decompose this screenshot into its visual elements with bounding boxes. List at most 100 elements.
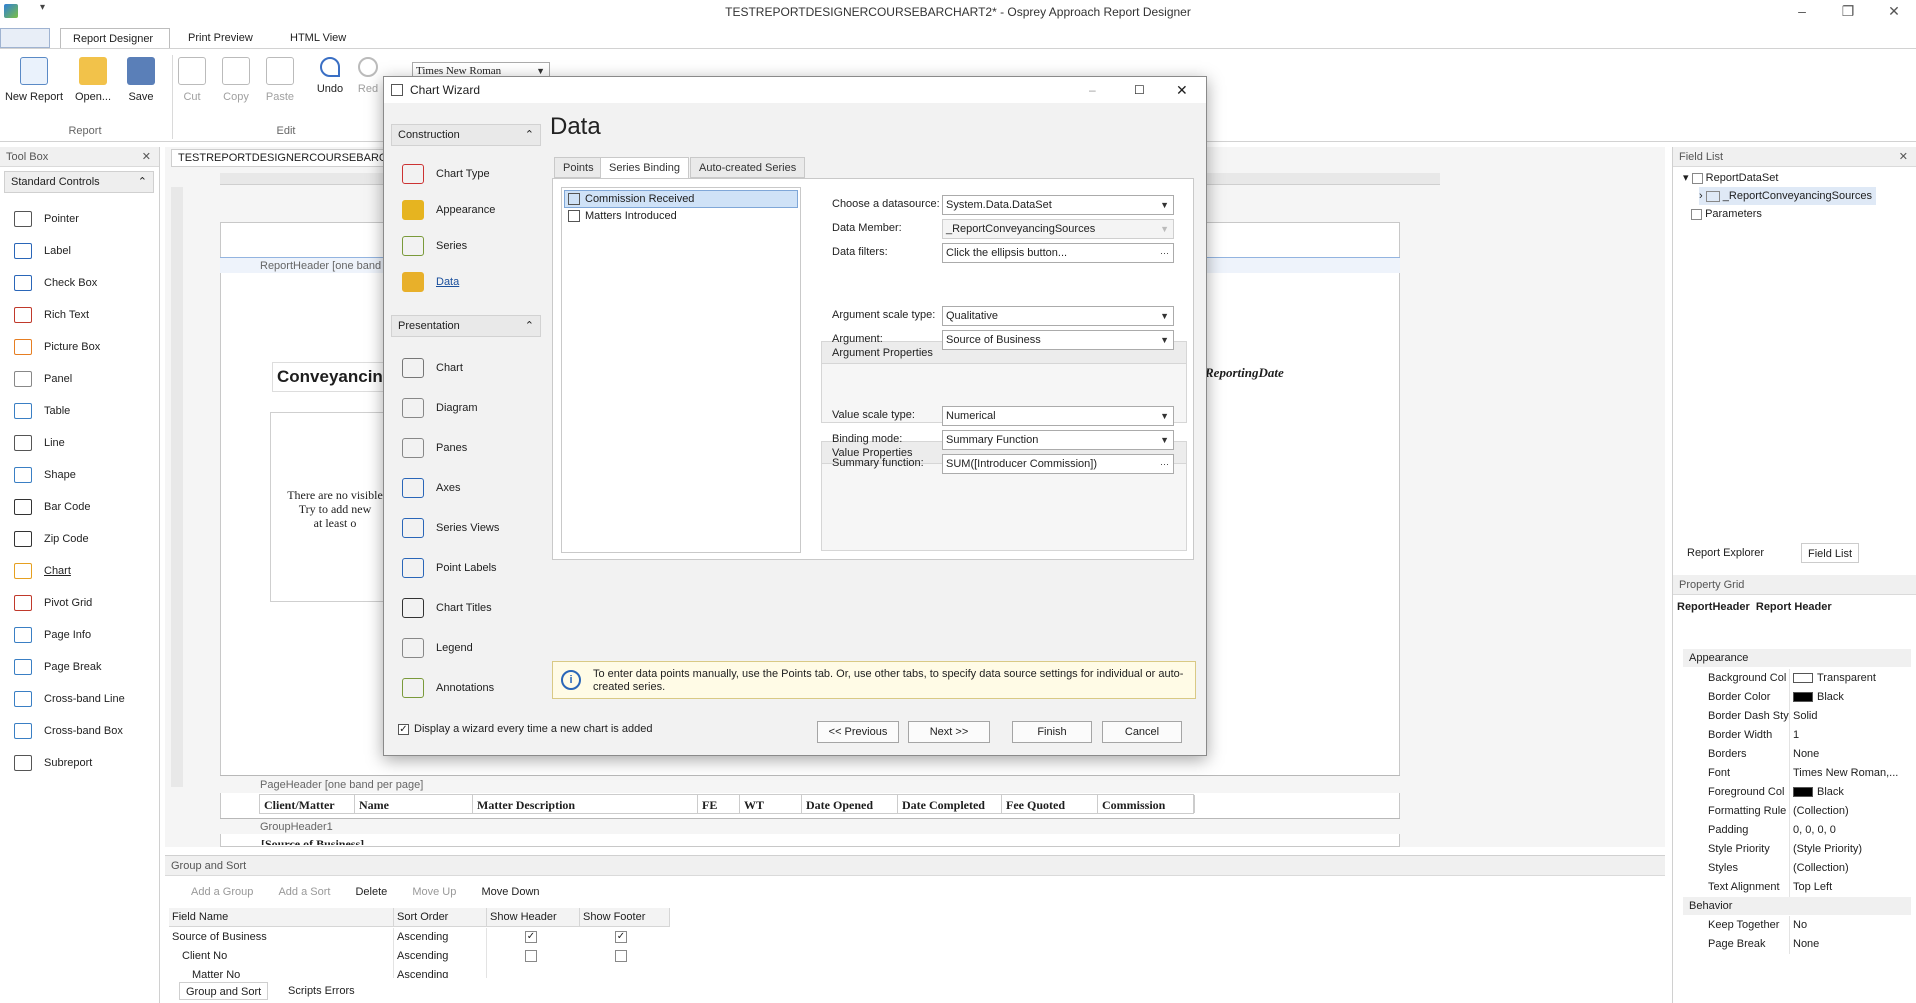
nav-item-series[interactable]: Series [402,231,542,261]
next-button[interactable]: Next >> [908,721,990,743]
toolbox-item-cross-band-box[interactable]: Cross-band Box [14,719,154,743]
close-icon[interactable]: ✕ [1899,147,1908,167]
chevron-down-icon[interactable]: ▼ [1160,307,1169,325]
nav-item-diagram[interactable]: Diagram [402,393,542,423]
property-value[interactable]: Black [1789,783,1909,802]
argument-field[interactable]: Source of Business ▼ [942,330,1174,350]
add-group-button[interactable]: Add a Group [191,886,253,898]
tab-scripts-errors[interactable]: Scripts Errors [282,982,361,1000]
property-value[interactable]: None [1789,935,1909,954]
toolbox-item-table[interactable]: Table [14,399,154,423]
chevron-down-icon[interactable]: ▼ [1160,220,1169,238]
series-item-commission-received[interactable]: Commission Received [564,190,798,208]
property-category-appearance[interactable]: Appearance [1683,649,1911,667]
column-header[interactable]: Commission [1098,795,1195,813]
restore-button[interactable]: ❐ [1826,0,1870,24]
data-member-field[interactable]: _ReportConveyancingSources ▼ [942,219,1174,239]
open-button[interactable]: Open... [66,57,120,103]
paste-button[interactable]: Paste [254,57,306,103]
page-header-band[interactable]: PageHeader [one band per page] [220,775,1400,793]
show-header-checkbox[interactable] [525,950,537,962]
ellipsis-icon[interactable]: ··· [1160,244,1169,262]
close-icon[interactable]: ✕ [142,147,151,167]
nav-item-axes[interactable]: Axes [402,473,542,503]
property-value[interactable]: No [1789,916,1909,935]
cancel-button[interactable]: Cancel [1102,721,1182,743]
arg-scale-field[interactable]: Qualitative ▼ [942,306,1174,326]
group-field-cell[interactable]: Source of Business [169,928,394,947]
tab-group-and-sort[interactable]: Group and Sort [179,982,269,1000]
property-value[interactable]: (Collection) [1789,802,1909,821]
show-footer-checkbox[interactable] [615,950,627,962]
tab-auto-created-series[interactable]: Auto-created Series [690,157,806,178]
ellipsis-icon[interactable]: ··· [1160,455,1169,473]
add-sort-button[interactable]: Add a Sort [278,886,330,898]
chevron-down-icon[interactable]: ▼ [1160,431,1169,449]
dialog-minimize-button[interactable]: – [1089,77,1096,103]
tab-print-preview[interactable]: Print Preview [176,28,265,48]
column-header[interactable]: WT [740,795,802,813]
value-scale-field[interactable]: Numerical ▼ [942,406,1174,426]
grid-header-field-name[interactable]: Field Name [169,908,394,927]
display-wizard-checkbox[interactable]: ✓ [398,724,409,735]
toolbox-item-picture-box[interactable]: Picture Box [14,335,154,359]
binding-mode-field[interactable]: Summary Function ▼ [942,430,1174,450]
toolbox-item-page-info[interactable]: Page Info [14,623,154,647]
property-value[interactable]: (Collection) [1789,859,1909,878]
finish-button[interactable]: Finish [1012,721,1092,743]
datasource-field[interactable]: System.Data.DataSet ▼ [942,195,1174,215]
property-value[interactable]: Transparent [1789,669,1909,688]
show-header-checkbox[interactable]: ✓ [525,931,537,943]
tab-series-binding[interactable]: Series Binding [600,157,689,179]
group-field-cell[interactable]: Matter No [189,966,394,978]
toolbox-item-pivot-grid[interactable]: Pivot Grid [14,591,154,615]
toolbox-item-rich-text[interactable]: Rich Text [14,303,154,327]
toolbox-item-chart[interactable]: Chart [14,559,154,583]
tab-report-explorer[interactable]: Report Explorer [1681,543,1770,563]
toolbox-item-shape[interactable]: Shape [14,463,154,487]
dialog-maximize-button[interactable]: ☐ [1134,77,1145,103]
chart-placeholder[interactable]: There are no visible Try to add new at l… [270,412,390,602]
close-window-button[interactable]: ✕ [1872,0,1916,24]
toolbox-category[interactable]: Standard Controls ⌃ [4,171,154,193]
data-filters-field[interactable]: Click the ellipsis button... ··· [942,243,1174,263]
tree-parameters[interactable]: Parameters [1691,205,1762,223]
summary-field[interactable]: SUM([Introducer Commission]) ··· [942,454,1174,474]
sort-order-cell[interactable]: Ascending [394,947,487,966]
toolbox-item-label[interactable]: Label [14,239,154,263]
nav-item-chart[interactable]: Chart [402,353,542,383]
property-grid-selected-object[interactable]: ReportHeader Report Header [1675,597,1913,617]
property-value[interactable]: Solid [1789,707,1909,726]
tab-html-view[interactable]: HTML View [278,28,358,48]
group-field-cell[interactable]: Client No [179,947,394,966]
chevron-down-icon[interactable]: ▼ [1160,407,1169,425]
toolbox-item-line[interactable]: Line [14,431,154,455]
tab-field-list[interactable]: Field List [1801,543,1860,563]
toolbox-item-pointer[interactable]: Pointer [14,207,154,231]
toolbox-item-zip-code[interactable]: Zip Code [14,527,154,551]
column-header[interactable]: Matter Description [473,795,698,813]
toolbox-item-check-box[interactable]: Check Box [14,271,154,295]
chevron-down-icon[interactable]: ▼ [1160,331,1169,349]
property-value[interactable]: Times New Roman,... [1789,764,1909,783]
chevron-down-icon[interactable]: ▼ [1160,196,1169,214]
nav-item-point-labels[interactable]: Point Labels [402,553,542,583]
toolbox-item-page-break[interactable]: Page Break [14,655,154,679]
property-value[interactable]: Top Left [1789,878,1909,897]
sort-order-cell[interactable]: Ascending [394,928,487,947]
column-header[interactable]: Fee Quoted [1002,795,1098,813]
save-button[interactable]: Save [114,57,168,103]
grid-header-show-header[interactable]: Show Header [487,908,580,927]
property-value[interactable]: None [1789,745,1909,764]
sort-order-cell[interactable]: Ascending [394,966,487,978]
property-value[interactable]: 0, 0, 0, 0 [1789,821,1909,840]
column-header[interactable]: FE [698,795,740,813]
property-value[interactable]: (Style Priority) [1789,840,1909,859]
series-item-matters-introduced[interactable]: Matters Introduced [564,208,798,226]
nav-item-chart-type[interactable]: Chart Type [402,159,542,189]
nav-item-appearance[interactable]: Appearance [402,195,542,225]
toolbox-item-subreport[interactable]: Subreport [14,751,154,775]
app-menu-button[interactable] [0,28,50,48]
reporting-date-field[interactable]: ReportingDate [1205,361,1300,385]
grid-header-show-footer[interactable]: Show Footer [580,908,670,927]
